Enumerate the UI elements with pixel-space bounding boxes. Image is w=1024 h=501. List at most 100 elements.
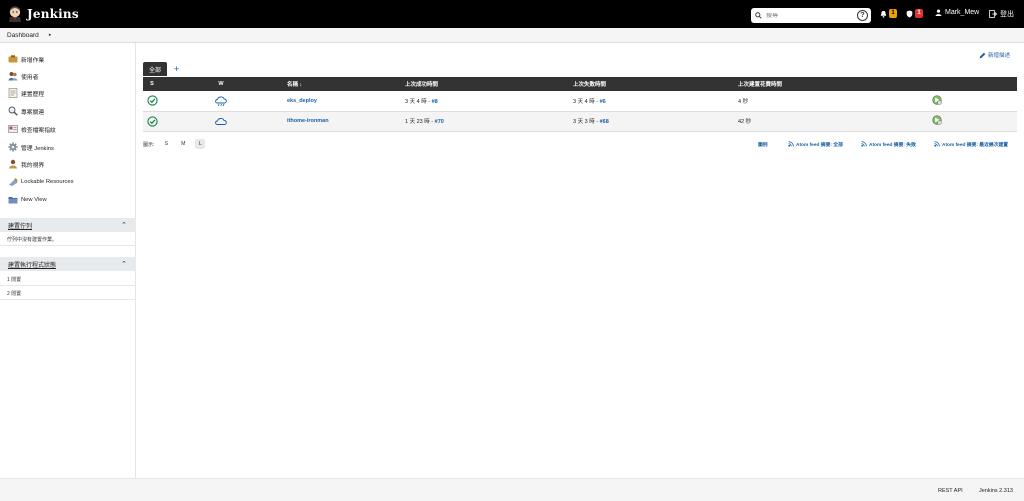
chevron-up-icon[interactable]: ⌃ xyxy=(121,260,127,268)
column-actions xyxy=(902,77,1017,91)
build-link[interactable]: #6 xyxy=(600,99,606,105)
job-link[interactable]: ithome-ironman xyxy=(287,118,329,124)
top-header: Jenkins ? 1 1 Mark_Mew 登出 xyxy=(0,0,1024,28)
weather-cell xyxy=(161,91,281,112)
breadcrumb-dashboard[interactable]: Dashboard xyxy=(7,32,39,39)
icon-size-m[interactable]: M xyxy=(178,139,188,149)
security-badge: 1 xyxy=(915,9,923,18)
legend-link[interactable]: 圖例 xyxy=(758,140,768,148)
new-item-icon xyxy=(7,54,18,64)
pencil-icon xyxy=(979,52,986,58)
user-menu[interactable]: Mark_Mew xyxy=(935,9,979,16)
success-check-icon xyxy=(146,95,158,106)
column-status[interactable]: S xyxy=(143,77,161,91)
sidebar: 新增作業 使用者 建置歷程 專案關連 檢查檔案指紋 管理 Jenkins 我的視… xyxy=(0,43,136,478)
sidebar-item-new-item[interactable]: 新增作業 xyxy=(7,53,44,65)
app-name: Jenkins xyxy=(27,7,79,21)
folder-icon xyxy=(7,195,18,205)
search-input[interactable] xyxy=(766,12,851,19)
feed-latest-link[interactable]: Atom feed 摘要: 最近幾次建置 xyxy=(934,140,1008,148)
project-relationship-icon xyxy=(7,106,18,116)
icon-size-s[interactable]: S xyxy=(161,139,171,149)
column-last-success[interactable]: 上次成功時間 xyxy=(399,77,567,91)
feed-all-link[interactable]: Atom feed 摘要: 全部 xyxy=(788,140,843,148)
add-view-button[interactable]: + xyxy=(174,62,179,76)
jenkins-logo[interactable]: Jenkins xyxy=(8,6,79,22)
sidebar-item-lockable-resources[interactable]: Lockable Resources xyxy=(7,176,74,188)
footer: REST API Jenkins 2.313 xyxy=(0,478,1024,501)
column-name[interactable]: 名稱 ↓ xyxy=(281,77,399,91)
version-link[interactable]: Jenkins 2.313 xyxy=(979,488,1013,494)
job-link[interactable]: eks_deploy xyxy=(287,98,317,104)
executors-title[interactable]: 建置執行程式狀態 xyxy=(8,260,56,269)
sidebar-item-project-relationship[interactable]: 專案關連 xyxy=(7,105,44,117)
user-icon xyxy=(935,9,942,16)
sidebar-item-fingerprint[interactable]: 檢查檔案指紋 xyxy=(7,123,56,135)
rss-icon xyxy=(788,141,794,147)
column-last-duration[interactable]: 上次建置花費時間 xyxy=(732,77,902,91)
column-weather[interactable]: W xyxy=(161,77,281,91)
action-cell xyxy=(902,91,1017,112)
executors-header[interactable]: 建置執行程式狀態 ⌃ xyxy=(0,257,136,271)
help-icon[interactable]: ? xyxy=(857,10,868,21)
build-link[interactable]: #70 xyxy=(435,119,444,125)
last-success-cell: 1 天 23 時 - #70 xyxy=(399,111,567,132)
fingerprint-icon xyxy=(7,124,18,134)
jenkins-butler-icon xyxy=(9,6,21,22)
last-failure-cell: 3 天 3 時 - #68 xyxy=(567,111,732,132)
add-description-link[interactable]: 新增描述 xyxy=(979,51,1010,59)
table-header-row: S W 名稱 ↓ 上次成功時間 上次失敗時間 上次建置花費時間 xyxy=(143,77,1017,91)
column-last-failure[interactable]: 上次失敗時間 xyxy=(567,77,732,91)
build-link[interactable]: #68 xyxy=(600,119,609,125)
icon-size-label: 圖示: xyxy=(143,141,155,148)
job-name-cell: ithome-ironman xyxy=(281,111,399,132)
logout-icon xyxy=(989,10,997,18)
executor-row: 2 閒置 xyxy=(0,287,136,300)
status-cell xyxy=(143,111,161,132)
breadcrumb: Dashboard ▸ xyxy=(0,28,1024,43)
search-icon xyxy=(755,12,762,19)
people-icon xyxy=(7,71,18,81)
last-failure-cell: 3 天 4 時 - #6 xyxy=(567,91,732,112)
chevron-up-icon[interactable]: ⌃ xyxy=(121,221,127,229)
gear-icon xyxy=(7,142,18,152)
logout-button[interactable]: 登出 xyxy=(989,9,1014,19)
rss-icon xyxy=(934,141,940,147)
action-cell xyxy=(902,111,1017,132)
build-history-icon xyxy=(7,88,18,98)
notifications-button[interactable]: 1 xyxy=(880,9,897,18)
success-check-icon xyxy=(146,115,158,127)
status-cell xyxy=(143,91,161,112)
build-queue-header[interactable]: 建置佇列 ⌃ xyxy=(0,218,136,232)
sidebar-item-new-view[interactable]: New View xyxy=(7,194,47,206)
sidebar-item-my-views[interactable]: 我的視界 xyxy=(7,158,44,170)
duration-cell: 4 秒 xyxy=(732,91,902,112)
rest-api-link[interactable]: REST API xyxy=(938,488,963,494)
build-queue-title[interactable]: 建置佇列 xyxy=(8,221,32,230)
feed-failures-link[interactable]: Atom feed 摘要: 失敗 xyxy=(861,140,916,148)
tab-all[interactable]: 全部 xyxy=(143,62,168,76)
search-box[interactable]: ? xyxy=(751,8,871,23)
icon-size-selector: 圖示: S M L xyxy=(143,139,206,149)
user-name: Mark_Mew xyxy=(945,9,980,16)
view-tabs: 全部 + xyxy=(143,62,179,76)
my-views-icon xyxy=(7,159,18,169)
rss-icon xyxy=(861,141,867,147)
bell-icon xyxy=(880,10,887,18)
table-row: eks_deploy 3 天 4 時 - #8 3 天 4 時 - #6 4 秒 xyxy=(143,91,1017,112)
sidebar-item-build-history[interactable]: 建置歷程 xyxy=(7,87,44,99)
cloud-icon xyxy=(215,118,227,125)
notifications-badge: 1 xyxy=(889,9,897,18)
duration-cell: 42 秒 xyxy=(732,111,902,132)
security-button[interactable]: 1 xyxy=(906,9,923,18)
jobs-table: S W 名稱 ↓ 上次成功時間 上次失敗時間 上次建置花費時間 eks_depl… xyxy=(143,77,1017,132)
build-link[interactable]: #8 xyxy=(432,99,438,105)
schedule-build-icon[interactable] xyxy=(932,95,942,105)
sidebar-item-people[interactable]: 使用者 xyxy=(7,70,38,82)
cloud-rain-icon xyxy=(215,96,227,106)
weather-cell xyxy=(161,111,281,132)
chevron-right-icon[interactable]: ▸ xyxy=(49,32,52,38)
schedule-build-icon[interactable] xyxy=(932,115,942,125)
icon-size-l[interactable]: L xyxy=(195,139,206,149)
sidebar-item-manage-jenkins[interactable]: 管理 Jenkins xyxy=(7,141,54,153)
